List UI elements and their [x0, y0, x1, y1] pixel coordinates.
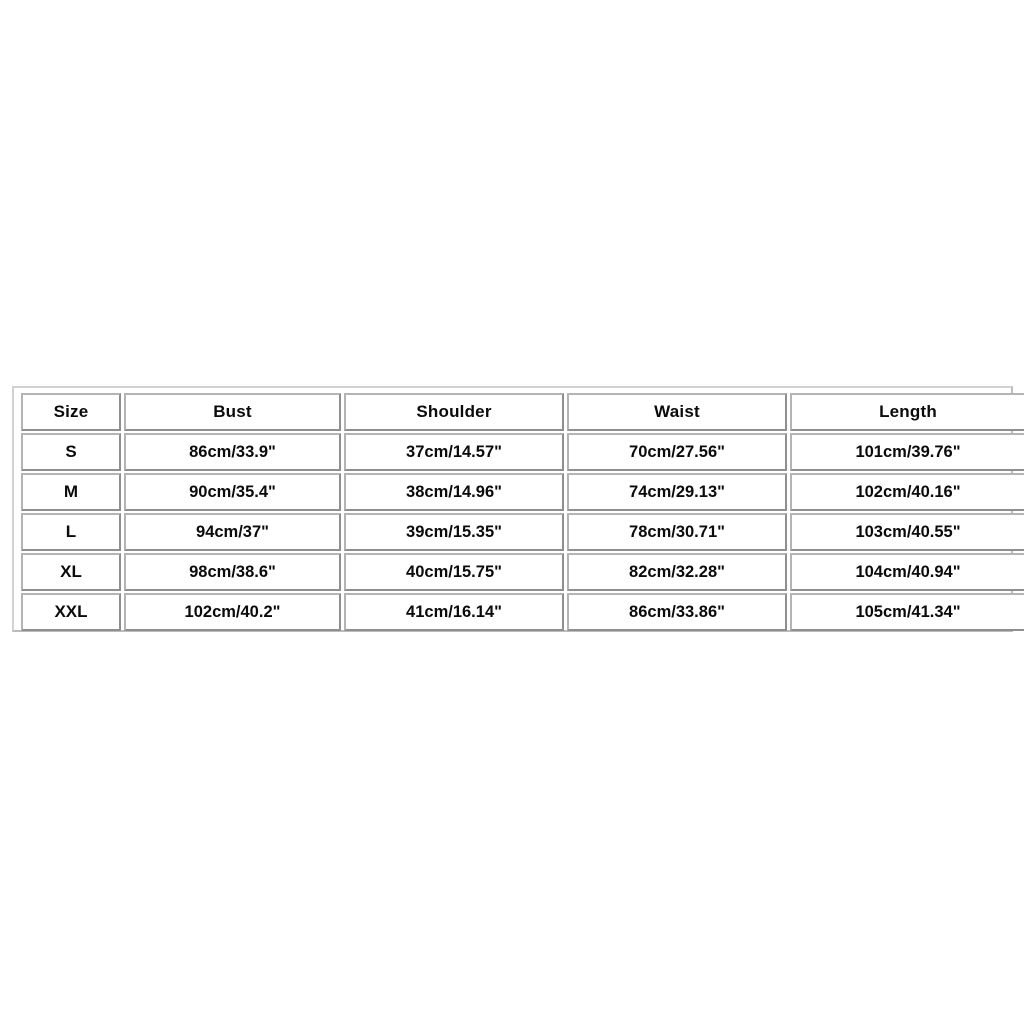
size-chart-frame: Size Bust Shoulder Waist Length S 86cm/3… [12, 386, 1024, 632]
cell-waist: 70cm/27.56" [567, 433, 787, 471]
cell-size: XXL [21, 593, 121, 631]
cell-length: 105cm/41.34" [790, 593, 1024, 631]
cell-size: M [21, 473, 121, 511]
table-header-row: Size Bust Shoulder Waist Length [21, 393, 1024, 431]
size-chart-table: Size Bust Shoulder Waist Length S 86cm/3… [18, 391, 1024, 633]
table-row: M 90cm/35.4" 38cm/14.96" 74cm/29.13" 102… [21, 473, 1024, 511]
cell-shoulder: 41cm/16.14" [344, 593, 564, 631]
column-header-size: Size [21, 393, 121, 431]
cell-shoulder: 38cm/14.96" [344, 473, 564, 511]
column-header-length: Length [790, 393, 1024, 431]
size-chart-body: S 86cm/33.9" 37cm/14.57" 70cm/27.56" 101… [21, 433, 1024, 631]
cell-waist: 82cm/32.28" [567, 553, 787, 591]
cell-size: S [21, 433, 121, 471]
cell-size: XL [21, 553, 121, 591]
cell-shoulder: 39cm/15.35" [344, 513, 564, 551]
cell-bust: 98cm/38.6" [124, 553, 341, 591]
table-row: L 94cm/37" 39cm/15.35" 78cm/30.71" 103cm… [21, 513, 1024, 551]
cell-waist: 78cm/30.71" [567, 513, 787, 551]
cell-length: 101cm/39.76" [790, 433, 1024, 471]
cell-bust: 94cm/37" [124, 513, 341, 551]
cell-bust: 86cm/33.9" [124, 433, 341, 471]
table-row: XL 98cm/38.6" 40cm/15.75" 82cm/32.28" 10… [21, 553, 1024, 591]
cell-waist: 74cm/29.13" [567, 473, 787, 511]
table-row: XXL 102cm/40.2" 41cm/16.14" 86cm/33.86" … [21, 593, 1024, 631]
cell-length: 102cm/40.16" [790, 473, 1024, 511]
table-row: S 86cm/33.9" 37cm/14.57" 70cm/27.56" 101… [21, 433, 1024, 471]
cell-size: L [21, 513, 121, 551]
cell-bust: 90cm/35.4" [124, 473, 341, 511]
column-header-bust: Bust [124, 393, 341, 431]
cell-length: 104cm/40.94" [790, 553, 1024, 591]
size-chart-header: Size Bust Shoulder Waist Length [21, 393, 1024, 431]
cell-waist: 86cm/33.86" [567, 593, 787, 631]
cell-length: 103cm/40.55" [790, 513, 1024, 551]
cell-bust: 102cm/40.2" [124, 593, 341, 631]
cell-shoulder: 37cm/14.57" [344, 433, 564, 471]
cell-shoulder: 40cm/15.75" [344, 553, 564, 591]
column-header-shoulder: Shoulder [344, 393, 564, 431]
column-header-waist: Waist [567, 393, 787, 431]
